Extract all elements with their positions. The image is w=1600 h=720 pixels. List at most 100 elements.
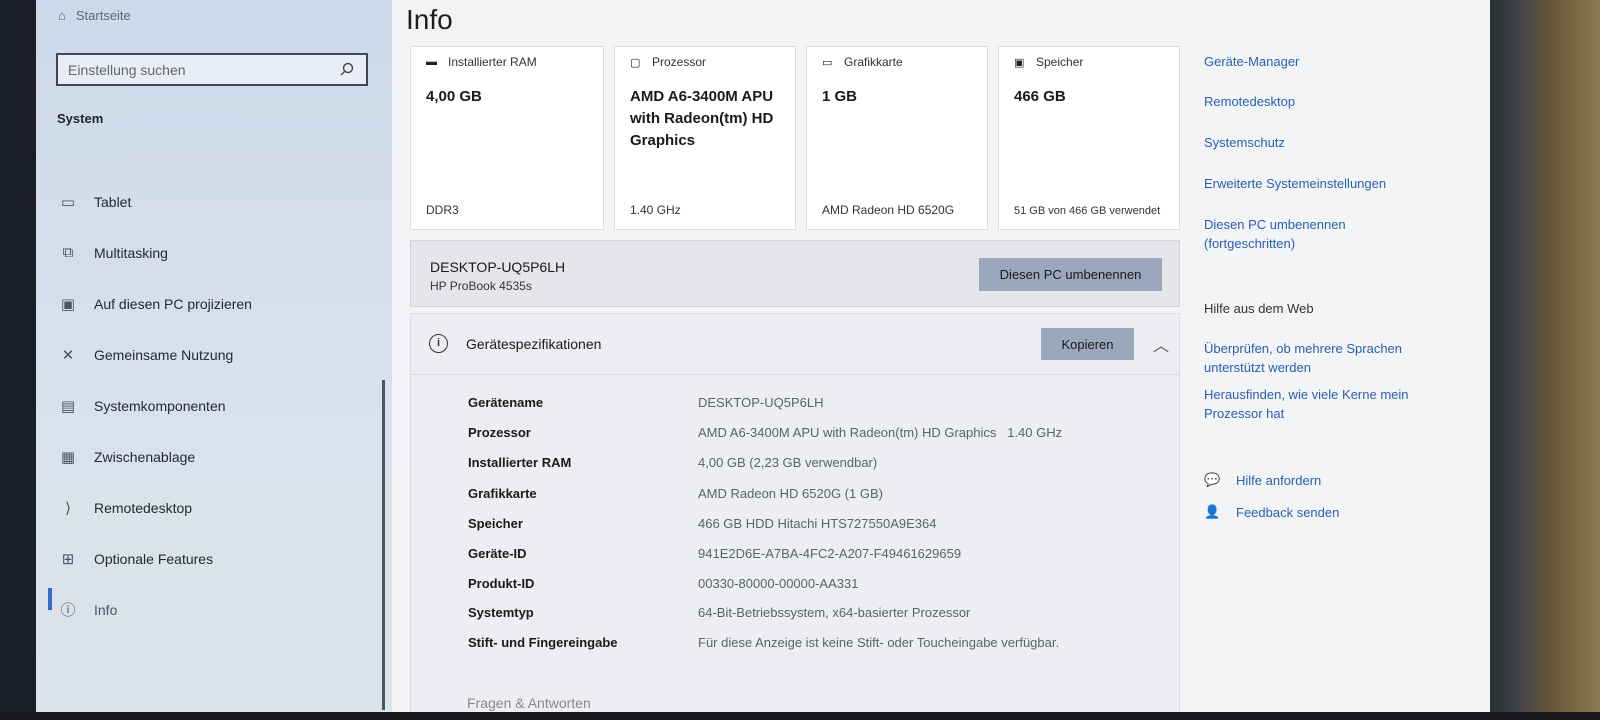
link-languages[interactable]: Überprüfen, ob mehrere Sprachen unterstü… [1204, 339, 1434, 377]
spec-value: DESKTOP-UQ5P6LH [698, 395, 824, 410]
features-icon: ⊞ [61, 550, 75, 568]
settings-window: ⌂ Startseite System ▭ Tablet ⧉ Multitask… [36, 0, 1490, 712]
spec-key: Geräte-ID [468, 546, 527, 561]
project-icon: ▣ [60, 295, 76, 313]
spec-row: Produkt-ID 00330-80000-00000-AA331 [468, 576, 858, 591]
card-label: Prozessor [652, 55, 707, 69]
help-icon: 💬 [1204, 472, 1221, 487]
spec-value: 4,00 GB (2,23 GB verwendbar) [698, 455, 878, 470]
link-system-protection[interactable]: Systemschutz [1204, 133, 1444, 152]
sidebar-item-multitasking[interactable]: ⧉ Multitasking [56, 227, 376, 278]
sidebar: ⌂ Startseite System ▭ Tablet ⧉ Multitask… [36, 0, 392, 712]
link-device-manager[interactable]: Geräte-Manager [1204, 52, 1444, 71]
card-foot: 51 GB von 466 GB verwendet [1014, 205, 1161, 217]
sidebar-item-tablet[interactable]: ▭ Tablet [56, 176, 376, 227]
device-specs-header[interactable]: i Gerätespezifikationen Kopieren ︿ [410, 313, 1180, 375]
spec-key: Grafikkarte [468, 486, 537, 501]
link-advanced-settings[interactable]: Erweiterte Systemeinstellungen [1204, 174, 1444, 193]
sidebar-item-clipboard[interactable]: ▦ Zwischenablage [56, 431, 376, 482]
pc-model: HP ProBook 4535s [430, 279, 532, 293]
link-cores[interactable]: Herausfinden, wie viele Kerne mein Proze… [1204, 385, 1434, 423]
sidebar-item-label: Gemeinsame Nutzung [94, 346, 234, 363]
sidebar-item-info[interactable]: ⓘ Info [56, 584, 376, 635]
feedback-icon: 👤 [1204, 504, 1221, 519]
feedback-link[interactable]: 👤 Feedback senden [1204, 504, 1339, 520]
link-remote-desktop[interactable]: Remotedesktop [1204, 92, 1444, 111]
sidebar-item-label: Info [94, 601, 118, 618]
spec-row: Geräte-ID 941E2D6E-A7BA-4FC2-A207-F49461… [468, 546, 961, 561]
tablet-icon: ▭ [60, 193, 76, 211]
card-value: 4,00 GB [426, 88, 482, 105]
spec-key: Gerätename [468, 395, 544, 410]
sidebar-nav: ▭ Tablet ⧉ Multitasking ▣ Auf diesen PC … [56, 176, 376, 635]
sidebar-item-project[interactable]: ▣ Auf diesen PC projizieren [56, 278, 376, 329]
link-rename-pc-advanced[interactable]: Diesen PC umbenennen (fortgeschritten) [1204, 215, 1374, 253]
search-box[interactable] [56, 53, 368, 86]
rename-pc-button[interactable]: Diesen PC umbenennen [979, 258, 1162, 291]
share-icon: ✕ [61, 346, 75, 364]
spec-key: Installierter RAM [468, 455, 572, 470]
search-input[interactable] [68, 61, 340, 78]
card-label: Speicher [1036, 55, 1084, 69]
sidebar-item-label: Auf diesen PC projizieren [94, 295, 252, 312]
sidebar-item-label: Optionale Features [94, 550, 214, 567]
spec-key: Stift- und Fingereingabe [468, 635, 618, 650]
search-icon[interactable] [340, 62, 356, 78]
spec-value: 466 GB HDD Hitachi HTS727550A9E364 [698, 516, 937, 531]
components-icon: ▤ [60, 397, 76, 415]
spec-row: Prozessor AMD A6-3400M APU with Radeon(t… [468, 425, 1062, 440]
spec-value: 64-Bit-Betriebssystem, x64-basierter Pro… [698, 605, 971, 620]
sidebar-item-remote-desktop[interactable]: ⟩ Remotedesktop [56, 482, 376, 533]
sidebar-home[interactable]: ⌂ Startseite [58, 8, 131, 23]
card-label: Grafikkarte [844, 55, 903, 69]
spec-value: Für diese Anzeige ist keine Stift- oder … [698, 635, 1060, 650]
sidebar-section-title: System [57, 111, 104, 126]
ram-icon: ▬ [426, 56, 437, 68]
sidebar-item-components[interactable]: ▤ Systemkomponenten [56, 380, 376, 431]
spec-value: 941E2D6E-A7BA-4FC2-A207-F49461629659 [698, 546, 962, 561]
spec-row: Speicher 466 GB HDD Hitachi HTS727550A9E… [468, 516, 936, 531]
pc-name-panel: DESKTOP-UQ5P6LH HP ProBook 4535s Diesen … [410, 240, 1180, 307]
card-foot: 1.40 GHz [630, 203, 681, 217]
info-icon: i [429, 334, 448, 353]
active-indicator [48, 588, 52, 610]
spec-row: Systemtyp 64-Bit-Betriebssystem, x64-bas… [468, 605, 970, 620]
get-help-label: Hilfe anfordern [1236, 472, 1322, 488]
page-title: Info [406, 4, 453, 35]
main-content: Info ▬ Installierter RAM 4,00 GB DDR3 ▢ … [392, 0, 1490, 712]
sidebar-item-label: Multitasking [94, 244, 168, 261]
cpu-icon: ▢ [630, 57, 641, 69]
spec-value: AMD A6-3400M APU with Radeon(tm) HD Grap… [698, 425, 1063, 440]
card-ram: ▬ Installierter RAM 4,00 GB DDR3 [410, 46, 604, 230]
card-value: AMD A6-3400M APU with Radeon(tm) HD Grap… [630, 88, 774, 149]
spec-row: Installierter RAM 4,00 GB (2,23 GB verwe… [468, 455, 877, 470]
get-help-link[interactable]: 💬 Hilfe anfordern [1204, 472, 1321, 488]
home-icon: ⌂ [58, 8, 66, 23]
spec-value: 00330-80000-00000-AA331 [698, 576, 859, 591]
sidebar-item-features[interactable]: ⊞ Optionale Features [56, 533, 376, 584]
screen-bezel-bottom [0, 712, 1600, 720]
card-processor: ▢ Prozessor AMD A6-3400M APU with Radeon… [614, 46, 796, 230]
spec-row: Gerätename DESKTOP-UQ5P6LH [468, 395, 823, 410]
spec-value: AMD Radeon HD 6520G (1 GB) [698, 486, 883, 501]
card-value: 466 GB [1014, 88, 1066, 105]
sidebar-scrollbar[interactable] [382, 380, 385, 710]
info-icon: ⓘ [60, 602, 76, 619]
spec-key: Speicher [468, 516, 523, 531]
card-gpu: ▭ Grafikkarte 1 GB AMD Radeon HD 6520G [806, 46, 988, 230]
clipboard-icon: ▦ [60, 448, 76, 466]
device-specs-title: Gerätespezifikationen [466, 336, 602, 352]
faq-heading: Fragen & Antworten [467, 695, 591, 711]
spec-key: Prozessor [468, 425, 531, 440]
spec-row: Stift- und Fingereingabe Für diese Anzei… [468, 635, 1059, 650]
spec-row: Grafikkarte AMD Radeon HD 6520G (1 GB) [468, 486, 883, 501]
spec-key: Produkt-ID [468, 576, 535, 591]
card-foot: AMD Radeon HD 6520G [822, 203, 955, 217]
spec-cards: ▬ Installierter RAM 4,00 GB DDR3 ▢ Proze… [410, 46, 1180, 230]
multitasking-icon: ⧉ [62, 244, 74, 261]
spec-key: Systemtyp [468, 605, 534, 620]
copy-button[interactable]: Kopieren [1041, 328, 1134, 360]
sidebar-item-share[interactable]: ✕ Gemeinsame Nutzung [56, 329, 376, 380]
chevron-up-icon[interactable]: ︿ [1153, 332, 1169, 356]
card-foot: DDR3 [426, 203, 459, 217]
